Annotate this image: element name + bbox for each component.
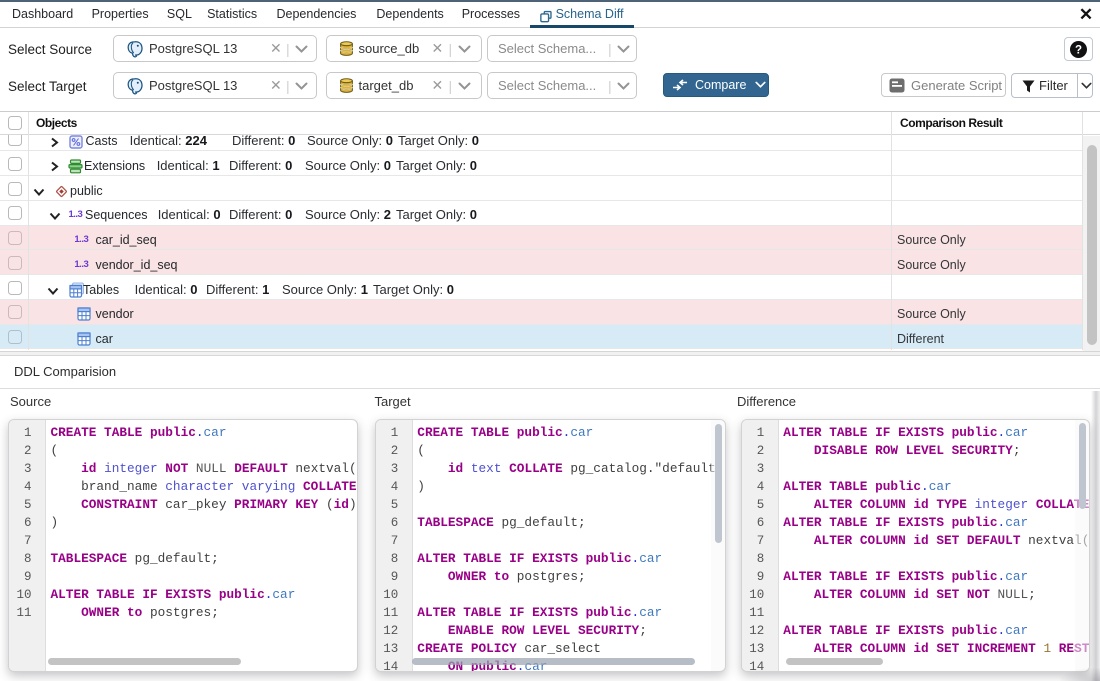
svg-text:?: ? <box>1075 44 1082 56</box>
